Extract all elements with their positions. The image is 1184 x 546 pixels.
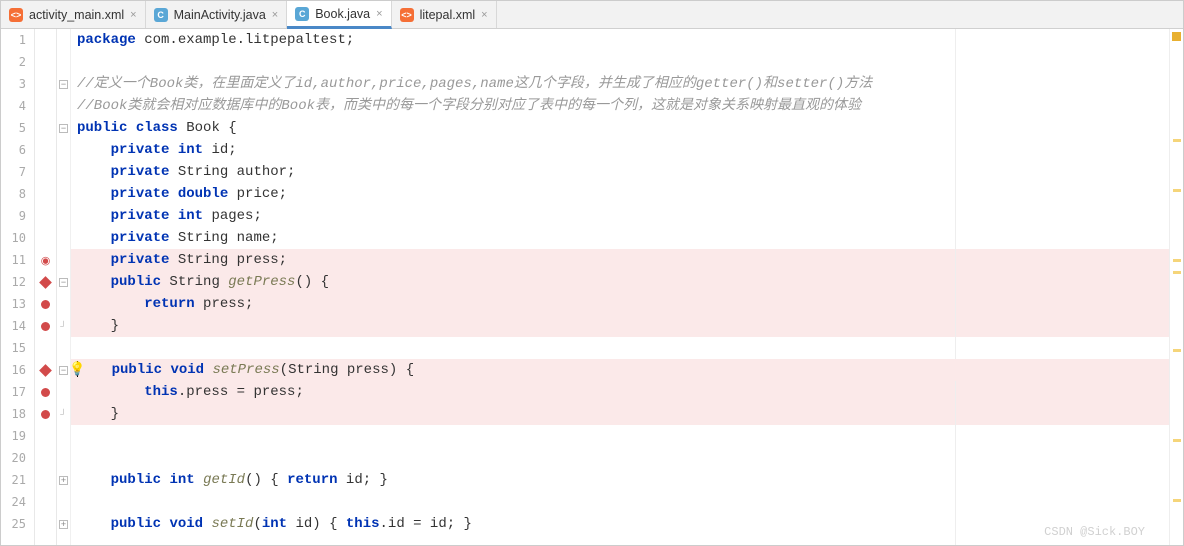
right-margin-line xyxy=(955,29,956,545)
ide-window: <> activity_main.xml × C MainActivity.ja… xyxy=(0,0,1184,546)
breakpoint-icon[interactable] xyxy=(41,300,50,309)
java-file-icon: C xyxy=(295,7,309,21)
bulb-icon[interactable]: 💡 xyxy=(69,359,85,381)
tab-main-activity[interactable]: C MainActivity.java × xyxy=(146,1,288,28)
tab-label: Book.java xyxy=(315,7,370,21)
fold-toggle-icon[interactable]: − xyxy=(59,278,68,287)
fold-toggle-icon[interactable]: + xyxy=(59,476,68,485)
fold-end-icon: ┘ xyxy=(60,321,66,331)
close-icon[interactable]: × xyxy=(272,9,278,21)
watch-icon[interactable]: ◉ xyxy=(41,254,51,267)
close-icon[interactable]: × xyxy=(481,9,487,21)
code-editor[interactable]: package com.example.litpepaltest; //定义一个… xyxy=(71,29,1169,545)
java-file-icon: C xyxy=(154,8,168,22)
fold-gutter: − − − ┘ − ┘ + + xyxy=(57,29,71,545)
tab-label: MainActivity.java xyxy=(174,8,266,22)
line-numbers: 123 456 789 101112 131415 161718 192021 … xyxy=(1,29,35,545)
breakpoint-icon[interactable] xyxy=(39,364,52,377)
tab-book-java[interactable]: C Book.java × xyxy=(287,1,391,29)
breakpoint-icon[interactable] xyxy=(41,322,50,331)
fold-toggle-icon[interactable]: − xyxy=(59,366,68,375)
breakpoint-icon[interactable] xyxy=(39,276,52,289)
breakpoint-icon[interactable] xyxy=(41,410,50,419)
xml-file-icon: <> xyxy=(9,8,23,22)
error-stripe[interactable] xyxy=(1169,29,1183,545)
close-icon[interactable]: × xyxy=(376,8,382,20)
fold-end-icon: ┘ xyxy=(60,409,66,419)
editor-area: 123 456 789 101112 131415 161718 192021 … xyxy=(1,29,1183,545)
xml-file-icon: <> xyxy=(400,8,414,22)
fold-toggle-icon[interactable]: + xyxy=(59,520,68,529)
tab-activity-main[interactable]: <> activity_main.xml × xyxy=(1,1,146,28)
fold-toggle-icon[interactable]: − xyxy=(59,124,68,133)
fold-toggle-icon[interactable]: − xyxy=(59,80,68,89)
tab-label: activity_main.xml xyxy=(29,8,124,22)
breakpoint-icon[interactable] xyxy=(41,388,50,397)
tab-label: litepal.xml xyxy=(420,8,476,22)
editor-tabs: <> activity_main.xml × C MainActivity.ja… xyxy=(1,1,1183,29)
close-icon[interactable]: × xyxy=(130,9,136,21)
tab-litepal-xml[interactable]: <> litepal.xml × xyxy=(392,1,497,28)
warning-indicator-icon[interactable] xyxy=(1172,32,1181,41)
marker-gutter: ◉ xyxy=(35,29,57,545)
